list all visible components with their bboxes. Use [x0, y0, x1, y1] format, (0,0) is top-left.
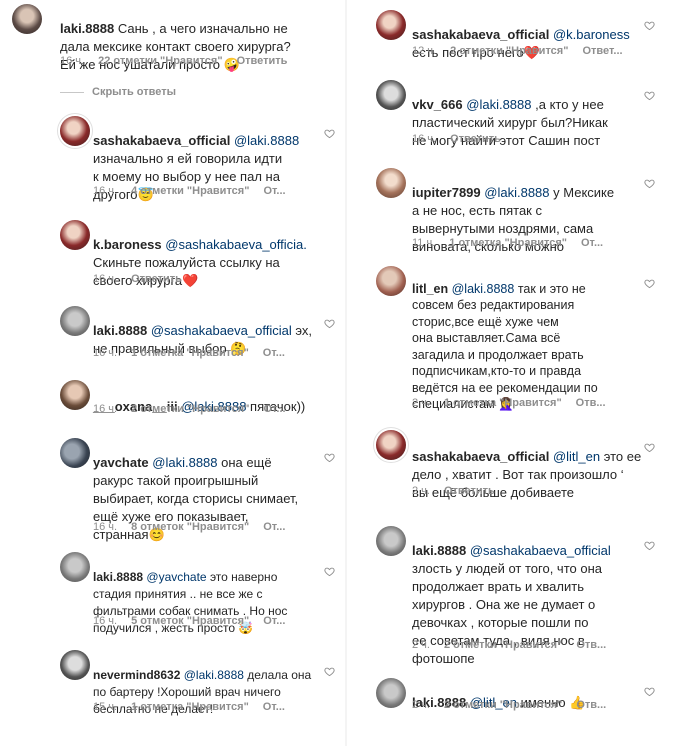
heart-outline-icon[interactable]	[324, 128, 335, 139]
comment-username[interactable]: sashakabaeva_official	[412, 449, 549, 464]
heart-outline-icon[interactable]	[644, 90, 655, 101]
likes-count[interactable]: 1 отметка "Нравится"	[131, 347, 249, 359]
mention-link[interactable]: @laki.8888	[452, 282, 515, 296]
reply-button[interactable]: Ответить	[131, 273, 182, 285]
mention-link[interactable]: @k.baroness	[553, 27, 630, 42]
heart-outline-icon[interactable]	[644, 278, 655, 289]
mention-link[interactable]: @laki.8888	[466, 97, 531, 112]
heart-outline-icon[interactable]	[644, 20, 655, 31]
likes-count[interactable]: 22 отметки "Нравится"	[98, 55, 222, 67]
likes-count[interactable]: 2 отметки "Нравится"	[450, 45, 568, 57]
hide-replies-button[interactable]: Скрыть ответы	[60, 86, 176, 98]
comments-column-right: sashakabaeva_official @k.baroness есть п…	[352, 0, 690, 746]
comment-meta: 16 ч. 5 отметок "Нравится" От...	[93, 615, 286, 627]
reply-button[interactable]: Ответить	[450, 133, 501, 145]
comment-meta: 16 ч. 4 отметки "Нравится" От...	[93, 185, 286, 197]
reply-button[interactable]: От...	[263, 347, 285, 359]
likes-count[interactable]: 4 отметки "Нравится"	[131, 185, 249, 197]
comment-meta: 2 ч. 1 отметка "Нравится" Отв...	[412, 397, 606, 409]
avatar[interactable]	[376, 430, 406, 460]
avatar[interactable]	[376, 168, 406, 198]
reply-button[interactable]: Ответить	[444, 485, 495, 497]
reply-button[interactable]: От...	[263, 615, 285, 627]
comment-username[interactable]: k.baroness	[93, 237, 162, 252]
heart-outline-icon[interactable]	[644, 686, 655, 697]
reply-button[interactable]: Отв...	[576, 639, 606, 651]
likes-count[interactable]: 1 отметка "Нравится"	[131, 701, 249, 713]
comment-meta: 12 ч. 2 отметки "Нравится" Ответ...	[412, 45, 623, 57]
comment-meta: 2 ч. 2 отметки "Нравится" Отв...	[412, 699, 607, 711]
comment-username[interactable]: iupiter7899	[412, 185, 481, 200]
avatar[interactable]	[376, 678, 406, 708]
mention-link[interactable]: @laki.8888	[484, 185, 549, 200]
avatar[interactable]	[60, 650, 90, 680]
comment-username[interactable]: sashakabaeva_official	[412, 27, 549, 42]
comment-meta: 16 ч. 2 отметки "Нравится" От...	[93, 403, 286, 415]
comment-meta: 2 ч. Ответить	[412, 485, 495, 497]
likes-count[interactable]: 2 отметки "Нравится"	[444, 639, 562, 651]
reply-button[interactable]: От...	[263, 701, 285, 713]
likes-count[interactable]: 8 отметок "Нравится"	[131, 521, 249, 533]
comment-username[interactable]: laki.8888	[412, 543, 466, 558]
comment-meta: 15 ч. 1 отметка "Нравится" От...	[93, 701, 285, 713]
heart-outline-icon[interactable]	[644, 178, 655, 189]
comment-meta: 11 ч. 1 отметка "Нравится" От...	[412, 237, 604, 249]
comment-username[interactable]: laki.8888	[93, 570, 143, 584]
comment-meta: 16 ч. Ответить	[412, 133, 501, 145]
heart-outline-icon[interactable]	[324, 666, 335, 677]
comment-username[interactable]: laki.8888	[60, 21, 114, 36]
comment-meta: 16 ч. 1 отметка "Нравится" От...	[93, 347, 285, 359]
comment-meta: 16 ч. 22 отметки "Нравится" Ответить	[60, 55, 288, 67]
heart-outline-icon[interactable]	[324, 452, 335, 463]
avatar[interactable]	[376, 526, 406, 556]
comment-username[interactable]: laki.8888	[93, 323, 147, 338]
likes-count[interactable]: 2 отметки "Нравится"	[444, 699, 562, 711]
panel-divider	[345, 0, 347, 746]
avatar[interactable]	[60, 220, 90, 250]
avatar[interactable]	[376, 80, 406, 110]
reply-button[interactable]: Ответ...	[582, 45, 622, 57]
reply-button[interactable]: Отв...	[576, 397, 606, 409]
comment-meta: 2 ч. 2 отметки "Нравится" Отв...	[412, 639, 607, 651]
mention-link[interactable]: @laki.8888	[152, 455, 217, 470]
comment-meta: 16 ч. 8 отметок "Нравится" От...	[93, 521, 286, 533]
comment-username[interactable]: litl_en	[412, 282, 448, 296]
comment-text: litl_en @laki.8888 так и это не совсем б…	[412, 281, 598, 412]
comment-username[interactable]: yavchate	[93, 455, 149, 470]
mention-link[interactable]: @sashakabaeva_official	[470, 543, 611, 558]
reply-button[interactable]: От...	[581, 237, 603, 249]
likes-count[interactable]: 1 отметка "Нравится"	[449, 237, 567, 249]
comment-meta: 16 ч. Ответить	[93, 273, 182, 285]
heart-outline-icon[interactable]	[324, 318, 335, 329]
comment-username[interactable]: nevermind8632	[93, 668, 180, 682]
comments-column-left: laki.8888 Сань , а чего изначально не да…	[0, 0, 342, 746]
reply-button[interactable]: От...	[263, 403, 285, 415]
reply-button[interactable]: От...	[263, 185, 285, 197]
heart-outline-icon[interactable]	[644, 540, 655, 551]
mention-link[interactable]: @sashakabaeva_officia.	[165, 237, 307, 252]
avatar[interactable]	[60, 306, 90, 336]
avatar[interactable]	[12, 4, 42, 34]
avatar[interactable]	[60, 380, 90, 410]
likes-count[interactable]: 5 отметок "Нравится"	[131, 615, 249, 627]
comment-username[interactable]: sashakabaeva_official	[93, 133, 230, 148]
avatar[interactable]	[376, 266, 406, 296]
likes-count[interactable]: 2 отметки "Нравится"	[131, 403, 249, 415]
mention-link[interactable]: @sashakabaeva_official	[151, 323, 292, 338]
avatar[interactable]	[60, 116, 90, 146]
mention-link[interactable]: @laki.8888	[184, 668, 244, 682]
reply-button[interactable]: От...	[263, 521, 285, 533]
avatar[interactable]	[60, 438, 90, 468]
heart-outline-icon[interactable]	[324, 566, 335, 577]
reply-button[interactable]: Отв...	[576, 699, 606, 711]
avatar[interactable]	[60, 552, 90, 582]
avatar[interactable]	[376, 10, 406, 40]
mention-link[interactable]: @litl_en	[553, 449, 600, 464]
likes-count[interactable]: 1 отметка "Нравится"	[444, 397, 562, 409]
mention-link[interactable]: @yavchate	[146, 570, 206, 584]
mention-link[interactable]: @laki.8888	[234, 133, 299, 148]
heart-outline-icon[interactable]	[644, 442, 655, 453]
comment-username[interactable]: vkv_666	[412, 97, 463, 112]
reply-button[interactable]: Ответить	[237, 55, 288, 67]
